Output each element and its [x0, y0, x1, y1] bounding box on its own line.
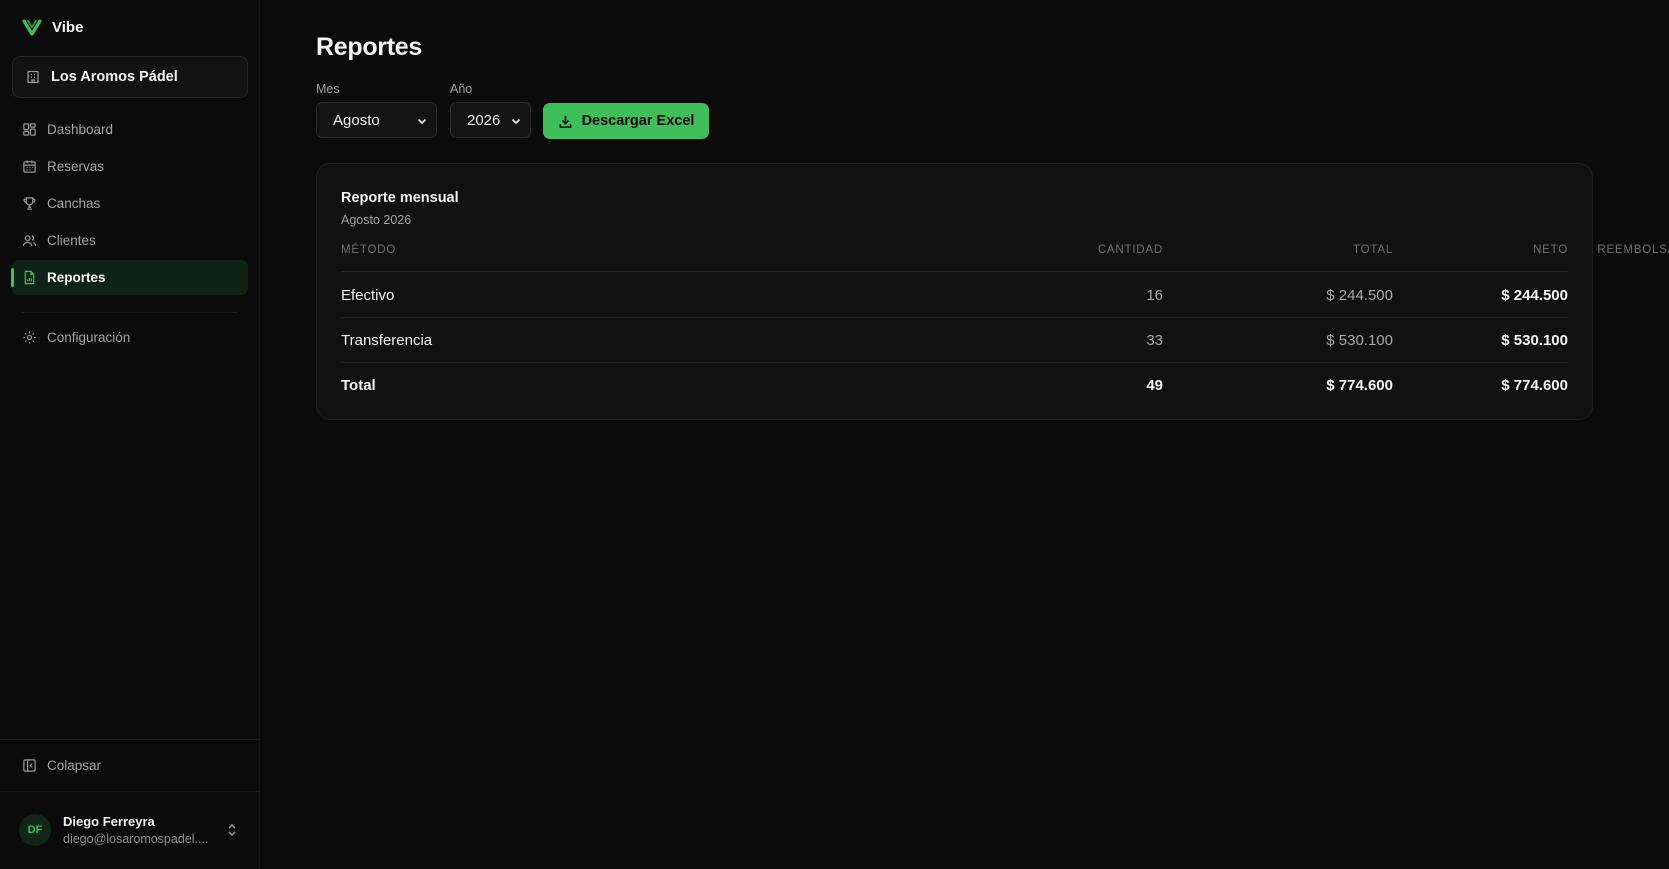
column-header-quantity: CANTIDAD [1097, 244, 1163, 256]
table-total-row: Total 49 $ 774.600 $ 0 $ 774.600 [341, 363, 1568, 408]
download-excel-button[interactable]: Descargar Excel [543, 103, 709, 139]
cell-method: Total [341, 377, 376, 394]
avatar: DF [19, 814, 51, 846]
sidebar-item-configuracion[interactable]: Configuración [12, 320, 248, 355]
monthly-report-card: Reporte mensual Agosto 2026 MÉTODO CANTI… [316, 163, 1669, 420]
month-value: Agosto [333, 111, 380, 129]
sidebar-item-label: Configuración [47, 330, 131, 345]
column-header-net: NETO [1533, 244, 1568, 256]
sidebar-divider [0, 739, 260, 740]
org-name: Los Aromos Pádel [51, 69, 178, 85]
cell-total: $ 774.600 [1326, 377, 1393, 394]
nav-divider [22, 312, 238, 313]
sidebar-item-reportes[interactable]: Reportes [11, 260, 248, 295]
report-icon [24, 270, 35, 285]
sidebar-item-label: Reservas [47, 159, 105, 174]
sidebar-item-label: Canchas [47, 196, 101, 211]
dashboard-icon [23, 123, 36, 136]
chevron-down-icon [417, 118, 427, 125]
year-label: Año [450, 82, 473, 96]
column-header-method: MÉTODO [341, 244, 397, 256]
table-row: Transferencia 33 $ 530.100 $ 0 $ 530.100 [341, 318, 1568, 363]
cell-method: Efectivo [341, 287, 395, 304]
sidebar: Vibe Los Aromos Pádel Dashboard Reservas [0, 0, 260, 869]
calendar-icon [23, 160, 36, 173]
org-switcher[interactable]: Los Aromos Pádel [12, 56, 248, 98]
month-select[interactable]: Agosto [316, 102, 437, 138]
user-email: diego@losaromospadel.... [63, 832, 209, 846]
cell-total: $ 530.100 [1326, 332, 1393, 349]
user-menu[interactable]: DF Diego Ferreyra diego@losaromospadel..… [19, 810, 244, 850]
sidebar-divider [0, 791, 260, 792]
app-name: Vibe [52, 18, 84, 36]
cell-net: $ 774.600 [1501, 377, 1568, 394]
cell-quantity: 49 [1146, 377, 1163, 394]
sidebar-item-label: Reportes [47, 270, 106, 285]
table-header: MÉTODO CANTIDAD TOTAL REEMBOLSADO NETO [341, 244, 1669, 272]
chevron-up-down-icon[interactable] [226, 823, 238, 837]
cell-quantity: 33 [1146, 332, 1163, 349]
collapse-icon [23, 759, 36, 772]
report-title: Reporte mensual [341, 190, 459, 206]
year-select[interactable]: 2026 [450, 102, 531, 138]
year-value: 2026 [467, 111, 501, 129]
brand[interactable]: Vibe [22, 17, 83, 37]
sidebar-item-dashboard[interactable]: Dashboard [12, 112, 248, 147]
column-header-refunded: REEMBOLSADO [1597, 244, 1669, 256]
column-header-total: TOTAL [1353, 244, 1393, 256]
gear-icon [23, 331, 36, 344]
cell-method: Transferencia [341, 332, 433, 349]
table-row: Efectivo 16 $ 244.500 $ 0 $ 244.500 [341, 273, 1568, 318]
cell-total: $ 244.500 [1326, 287, 1393, 304]
cell-net: $ 530.100 [1501, 332, 1568, 349]
users-icon [22, 235, 37, 247]
sidebar-item-clientes[interactable]: Clientes [12, 223, 248, 258]
trophy-icon [23, 197, 36, 210]
chevron-down-icon [511, 118, 521, 125]
vibe-logo-icon [22, 19, 42, 36]
collapse-button[interactable]: Colapsar [12, 748, 248, 783]
download-excel-label: Descargar Excel [581, 113, 695, 129]
sidebar-item-label: Clientes [47, 233, 96, 248]
user-name: Diego Ferreyra [63, 814, 155, 829]
sidebar-item-reservas[interactable]: Reservas [12, 149, 248, 184]
collapse-label: Colapsar [47, 758, 102, 773]
building-icon [27, 70, 39, 84]
page-title: Reportes [316, 33, 422, 61]
month-label: Mes [316, 82, 340, 96]
sidebar-nav: Dashboard Reservas Canchas Clientes Repo… [11, 112, 248, 297]
report-subtitle: Agosto 2026 [341, 213, 412, 227]
sidebar-item-canchas[interactable]: Canchas [12, 186, 248, 221]
sidebar-item-label: Dashboard [47, 122, 114, 137]
cell-net: $ 244.500 [1501, 287, 1568, 304]
cell-quantity: 16 [1146, 287, 1163, 304]
download-icon [559, 115, 572, 128]
